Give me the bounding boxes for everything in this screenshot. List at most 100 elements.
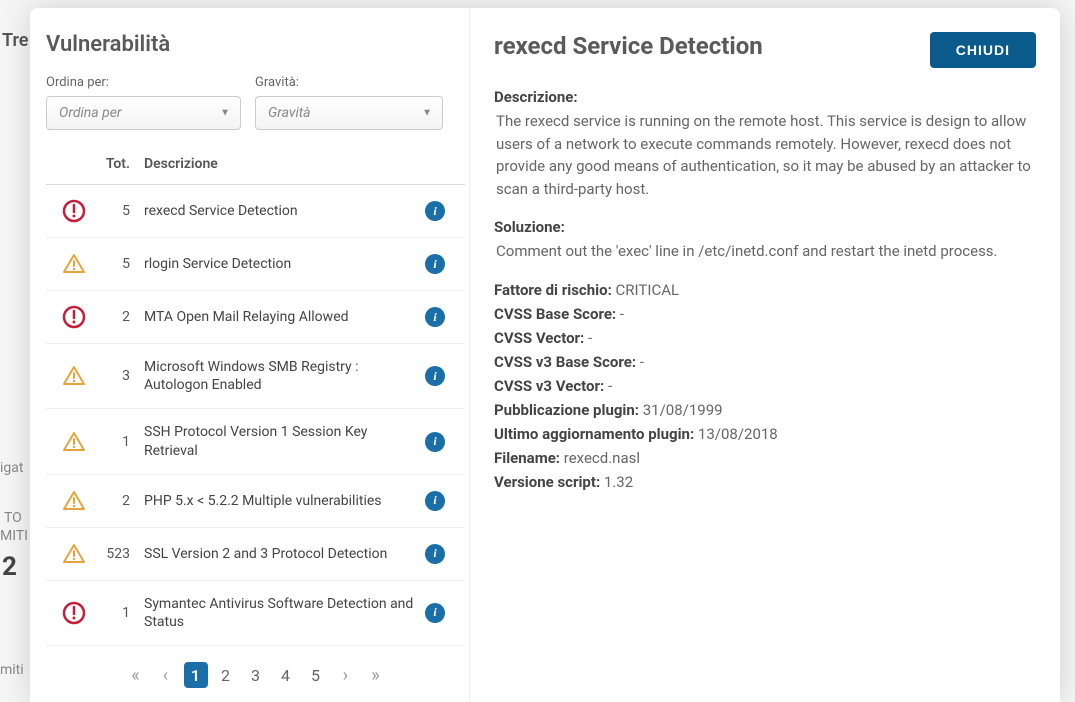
row-description: rexecd Service Detection bbox=[144, 202, 425, 220]
field-label: Ultimo aggiornamento plugin: bbox=[494, 425, 694, 443]
row-count: 523 bbox=[96, 546, 144, 562]
sort-filter-group: Ordina per: Ordina per ▼ bbox=[46, 75, 241, 130]
detail-field: CVSS Vector: - bbox=[494, 329, 1036, 347]
field-value: 13/08/2018 bbox=[698, 425, 778, 443]
row-count: 5 bbox=[96, 203, 144, 219]
vulnerability-row[interactable]: 5rlogin Service Detectioni bbox=[46, 238, 465, 291]
vulnerability-rows: 5rexecd Service Detectioni5rlogin Servic… bbox=[46, 185, 465, 650]
pagination: « ‹ 12345 › » bbox=[46, 650, 465, 694]
severity-select-value: Gravità bbox=[268, 105, 311, 121]
page-prev[interactable]: ‹ bbox=[154, 662, 178, 688]
vulnerability-list-panel: Vulnerabilità Ordina per: Ordina per ▼ G… bbox=[30, 8, 470, 702]
info-icon[interactable]: i bbox=[425, 603, 445, 623]
severity-label: Gravità: bbox=[255, 75, 443, 90]
row-count: 1 bbox=[96, 605, 144, 621]
field-value: - bbox=[620, 305, 624, 323]
field-value: - bbox=[608, 377, 612, 395]
row-description: Symantec Antivirus Software Detection an… bbox=[144, 595, 425, 631]
info-icon[interactable]: i bbox=[425, 201, 445, 221]
bg-fragment: miti bbox=[0, 662, 24, 678]
field-label: Pubblicazione plugin: bbox=[494, 401, 639, 419]
page-number[interactable]: 3 bbox=[244, 662, 268, 688]
info-icon[interactable]: i bbox=[425, 491, 445, 511]
sort-select[interactable]: Ordina per ▼ bbox=[46, 96, 241, 130]
field-value: CRITICAL bbox=[616, 281, 680, 299]
warning-icon bbox=[52, 252, 96, 276]
page-next[interactable]: › bbox=[334, 662, 358, 688]
row-count: 2 bbox=[96, 309, 144, 325]
severity-filter-group: Gravità: Gravità ▼ bbox=[255, 75, 443, 130]
field-label: CVSS v3 Vector: bbox=[494, 377, 604, 395]
filter-bar: Ordina per: Ordina per ▼ Gravità: Gravit… bbox=[46, 75, 465, 130]
vulnerability-row[interactable]: 2PHP 5.x < 5.2.2 Multiple vulnerabilitie… bbox=[46, 475, 465, 528]
detail-field: Ultimo aggiornamento plugin: 13/08/2018 bbox=[494, 425, 1036, 443]
vulnerability-row[interactable]: 5rexecd Service Detectioni bbox=[46, 185, 465, 238]
warning-icon bbox=[52, 542, 96, 566]
chevron-down-icon: ▼ bbox=[220, 108, 230, 119]
solution-label: Soluzione: bbox=[494, 218, 1036, 236]
critical-icon bbox=[52, 199, 96, 223]
field-label: Fattore di rischio: bbox=[494, 281, 612, 299]
severity-select[interactable]: Gravità ▼ bbox=[255, 96, 443, 130]
detail-field: Fattore di rischio: CRITICAL bbox=[494, 281, 1036, 299]
page-first[interactable]: « bbox=[124, 662, 148, 688]
row-count: 5 bbox=[96, 256, 144, 272]
row-description: MTA Open Mail Relaying Allowed bbox=[144, 308, 425, 326]
sort-select-value: Ordina per bbox=[59, 105, 122, 121]
field-label: CVSS Base Score: bbox=[494, 305, 616, 323]
info-icon[interactable]: i bbox=[425, 366, 445, 386]
page-number[interactable]: 4 bbox=[274, 662, 298, 688]
detail-field: CVSS v3 Vector: - bbox=[494, 377, 1036, 395]
detail-field: CVSS v3 Base Score: - bbox=[494, 353, 1036, 371]
page-number[interactable]: 5 bbox=[304, 662, 328, 688]
field-value: - bbox=[588, 329, 592, 347]
detail-field: Versione script: 1.32 bbox=[494, 473, 1036, 491]
description-label: Descrizione: bbox=[494, 88, 1036, 106]
info-icon[interactable]: i bbox=[425, 432, 445, 452]
critical-icon bbox=[52, 601, 96, 625]
detail-field: Pubblicazione plugin: 31/08/1999 bbox=[494, 401, 1036, 419]
row-count: 3 bbox=[96, 368, 144, 384]
info-icon[interactable]: i bbox=[425, 544, 445, 564]
row-description: rlogin Service Detection bbox=[144, 255, 425, 273]
bg-fragment: igat bbox=[0, 460, 23, 476]
chevron-down-icon: ▼ bbox=[422, 108, 432, 119]
info-icon[interactable]: i bbox=[425, 307, 445, 327]
row-description: SSL Version 2 and 3 Protocol Detection bbox=[144, 545, 425, 563]
page-last[interactable]: » bbox=[364, 662, 388, 688]
panel-title: Vulnerabilità bbox=[46, 32, 465, 57]
warning-icon bbox=[52, 489, 96, 513]
warning-icon bbox=[52, 430, 96, 454]
description-text: The rexecd service is running on the rem… bbox=[494, 110, 1036, 200]
row-description: SSH Protocol Version 1 Session Key Retri… bbox=[144, 423, 425, 459]
detail-fields: Fattore di rischio: CRITICALCVSS Base Sc… bbox=[494, 281, 1036, 491]
vulnerability-detail-panel: rexecd Service Detection CHIUDI Descrizi… bbox=[470, 8, 1060, 702]
detail-title: rexecd Service Detection bbox=[494, 32, 763, 60]
page-number[interactable]: 2 bbox=[214, 662, 238, 688]
warning-icon bbox=[52, 364, 96, 388]
bg-fragment: 2 bbox=[2, 552, 17, 582]
field-value: 1.32 bbox=[604, 473, 633, 491]
close-button[interactable]: CHIUDI bbox=[930, 32, 1036, 68]
bg-fragment: Tre bbox=[2, 30, 28, 51]
detail-field: Filename: rexecd.nasl bbox=[494, 449, 1036, 467]
vulnerability-row[interactable]: 2MTA Open Mail Relaying Allowedi bbox=[46, 291, 465, 344]
page-number[interactable]: 1 bbox=[184, 662, 208, 688]
vulnerability-row[interactable]: 1Symantec Antivirus Software Detection a… bbox=[46, 581, 465, 646]
field-label: CVSS Vector: bbox=[494, 329, 584, 347]
field-label: Versione script: bbox=[494, 473, 600, 491]
field-value: rexecd.nasl bbox=[564, 449, 640, 467]
vulnerability-row[interactable]: 523SSL Version 2 and 3 Protocol Detectio… bbox=[46, 528, 465, 581]
info-icon[interactable]: i bbox=[425, 254, 445, 274]
vulnerability-row[interactable]: 3Microsoft Windows SMB Registry : Autolo… bbox=[46, 344, 465, 409]
field-value: - bbox=[640, 353, 644, 371]
detail-field: CVSS Base Score: - bbox=[494, 305, 1036, 323]
field-label: Filename: bbox=[494, 449, 560, 467]
field-label: CVSS v3 Base Score: bbox=[494, 353, 636, 371]
vulnerability-row[interactable]: 1SSH Protocol Version 1 Session Key Retr… bbox=[46, 409, 465, 474]
row-description: PHP 5.x < 5.2.2 Multiple vulnerabilities bbox=[144, 492, 425, 510]
col-header-total: Tot. bbox=[96, 156, 144, 172]
row-description: Microsoft Windows SMB Registry : Autolog… bbox=[144, 358, 425, 394]
bg-fragment: MITI bbox=[0, 528, 28, 544]
row-count: 1 bbox=[96, 434, 144, 450]
